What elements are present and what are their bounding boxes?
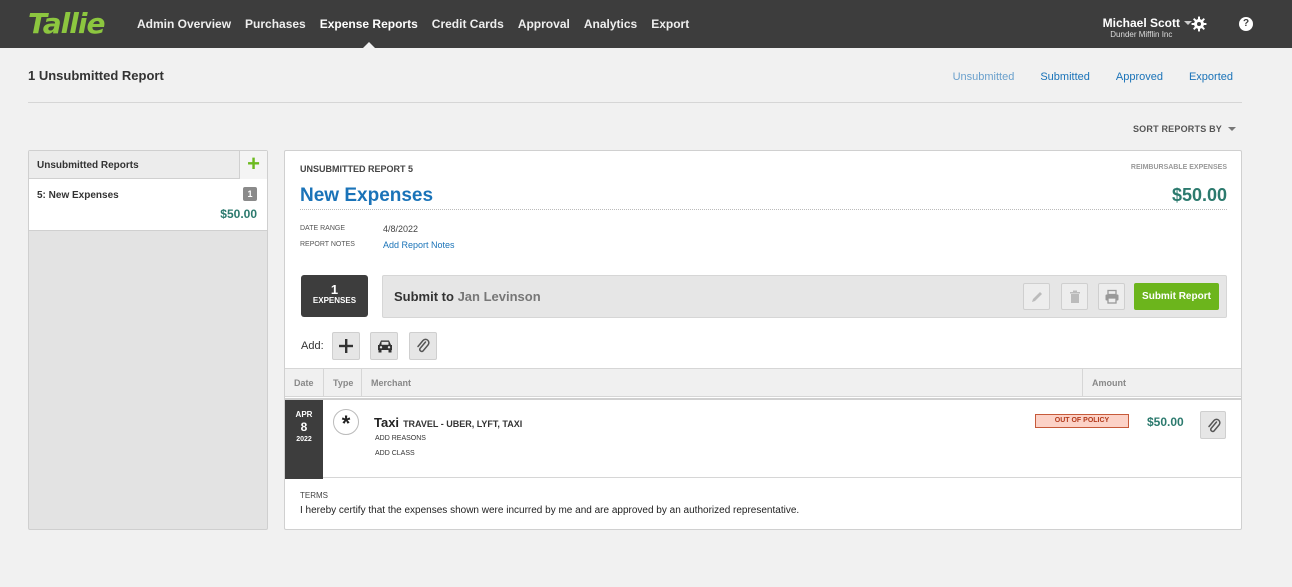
sort-reports-dropdown[interactable]: SORT REPORTS BY [1133, 124, 1236, 134]
expense-count: 1 [330, 282, 339, 297]
expense-year: 2022 [296, 436, 312, 443]
trash-icon [1070, 290, 1080, 303]
submit-to-text: Submit to Jan Levinson [394, 289, 541, 304]
car-icon [378, 340, 392, 353]
expense-month: APR [295, 410, 313, 419]
paperclip-icon [1208, 418, 1221, 433]
plus-icon [339, 339, 353, 353]
add-report-notes-link[interactable]: Add Report Notes [383, 240, 455, 250]
report-detail: UNSUBMITTED REPORT 5 REIMBURSABLE EXPENS… [284, 150, 1242, 530]
delete-button[interactable] [1061, 283, 1088, 310]
report-name: 5: New Expenses [37, 190, 119, 201]
submit-report-button[interactable]: Submit Report [1134, 283, 1219, 310]
expense-count-box: 1 EXPENSES [301, 275, 368, 317]
status-tabs: Unsubmitted Submitted Approved Exported [927, 71, 1233, 83]
user-menu[interactable]: Michael Scott Dunder Mifflin Inc [1103, 16, 1180, 39]
tab-exported[interactable]: Exported [1189, 71, 1233, 83]
printer-icon [1105, 289, 1119, 304]
nav-purchases[interactable]: Purchases [238, 0, 313, 48]
col-separator [323, 369, 324, 396]
asterisk-icon: * [341, 411, 351, 436]
expense-category: TRAVEL - UBER, LYFT, TAXI [403, 419, 523, 429]
gear-icon[interactable] [1191, 16, 1207, 32]
user-org: Dunder Mifflin Inc [1110, 30, 1173, 39]
expense-count-badge: 1 [243, 187, 257, 201]
date-range-value: 4/8/2022 [383, 224, 419, 234]
page-title: 1 Unsubmitted Report [28, 68, 164, 83]
add-attachment-button[interactable] [409, 332, 437, 360]
approver-name[interactable]: Jan Levinson [458, 289, 541, 304]
expense-day: 8 [300, 420, 308, 434]
expense-row[interactable]: APR 8 2022 * Taxi TRAVEL - UBER, LYFT, TA… [285, 398, 1241, 479]
col-separator [1082, 369, 1083, 396]
reimbursable-label: REIMBURSABLE EXPENSES [1130, 164, 1227, 171]
expense-table-header: Date Type Merchant Amount [285, 368, 1241, 397]
report-amount: $50.00 [220, 207, 257, 221]
nav-approval[interactable]: Approval [511, 0, 577, 48]
taxi-type-icon: * [333, 409, 359, 436]
chevron-down-icon [1228, 127, 1236, 131]
expense-count-label: EXPENSES [312, 296, 357, 305]
out-of-policy-badge: OUT OF POLICY [1035, 414, 1129, 428]
nav-analytics[interactable]: Analytics [577, 0, 644, 48]
terms-text: I hereby certify that the expenses shown… [300, 505, 800, 516]
top-nav: Tallie Admin Overview Purchases Expense … [0, 0, 1292, 48]
nav-export[interactable]: Export [644, 0, 696, 48]
main-nav: Admin Overview Purchases Expense Reports… [130, 0, 696, 48]
col-amount[interactable]: Amount [1092, 378, 1126, 388]
report-notes-label: REPORT NOTES [300, 241, 355, 248]
pencil-icon [1032, 292, 1042, 302]
merchant-name: Taxi [374, 415, 400, 430]
add-expense-button[interactable] [332, 332, 360, 360]
sidebar-title: Unsubmitted Reports [37, 160, 139, 171]
reports-sidebar: Unsubmitted Reports + 5: New Expenses 1 … [28, 150, 268, 530]
submit-prefix: Submit to [394, 289, 454, 304]
nav-admin-overview[interactable]: Admin Overview [130, 0, 238, 48]
expense-date: APR 8 2022 [285, 400, 323, 479]
paperclip-icon [417, 338, 430, 353]
merchant: Taxi TRAVEL - UBER, LYFT, TAXI [374, 415, 522, 430]
tab-submitted[interactable]: Submitted [1040, 71, 1090, 83]
report-title[interactable]: New Expenses [300, 185, 433, 207]
add-report-button[interactable]: + [239, 151, 267, 179]
nav-expense-reports[interactable]: Expense Reports [313, 0, 425, 48]
expense-amount: $50.00 [1147, 415, 1184, 429]
add-reasons-link[interactable]: ADD REASONS [375, 435, 426, 442]
report-total: $50.00 [1171, 185, 1227, 205]
tab-approved[interactable]: Approved [1116, 71, 1163, 83]
tab-unsubmitted[interactable]: Unsubmitted [953, 71, 1015, 83]
col-separator [361, 369, 362, 396]
sort-label: SORT REPORTS BY [1132, 124, 1222, 134]
add-mileage-button[interactable] [370, 332, 398, 360]
header-divider [28, 102, 1242, 103]
add-class-link[interactable]: ADD CLASS [375, 450, 415, 457]
nav-credit-cards[interactable]: Credit Cards [425, 0, 511, 48]
terms-label: TERMS [300, 491, 328, 500]
report-label: UNSUBMITTED REPORT 5 [300, 164, 414, 174]
add-label: Add: [301, 340, 324, 352]
attach-receipt-button[interactable] [1200, 411, 1226, 439]
date-range-label: DATE RANGE [300, 225, 345, 232]
sidebar-header: Unsubmitted Reports + [29, 151, 267, 179]
title-divider [300, 209, 1227, 210]
tallie-logo[interactable]: Tallie [28, 7, 105, 40]
col-type[interactable]: Type [333, 378, 353, 388]
edit-button[interactable] [1023, 283, 1050, 310]
sidebar-item-report[interactable]: 5: New Expenses 1 $50.00 [29, 179, 267, 231]
user-name: Michael Scott [1102, 16, 1180, 30]
col-date[interactable]: Date [294, 378, 314, 388]
col-merchant[interactable]: Merchant [371, 378, 411, 388]
submit-bar: Submit to Jan Levinson Submit Report [382, 275, 1227, 318]
print-button[interactable] [1098, 283, 1125, 310]
help-icon[interactable]: ? [1239, 17, 1253, 31]
